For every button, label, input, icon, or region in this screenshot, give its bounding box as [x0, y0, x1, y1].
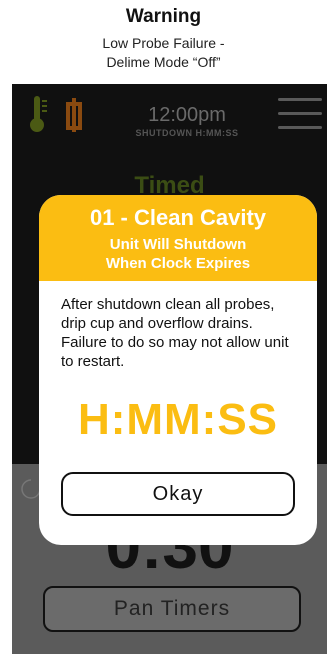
caption-title: Warning — [125, 6, 202, 27]
warning-dialog: 01 - Clean Cavity Unit Will Shutdown Whe… — [39, 195, 317, 545]
shutdown-countdown: H:MM:SS — [77, 395, 279, 444]
caption-line-2: Delime Mode “Off” — [106, 54, 221, 70]
dialog-subtitle-line-2: When Clock Expires — [105, 255, 251, 272]
dialog-subtitle-line-1: Unit Will Shutdown — [109, 236, 247, 253]
caption-subtitle: Low Probe Failure - Delime Mode “Off” — [0, 34, 327, 72]
caption-line-1: Low Probe Failure - — [102, 35, 225, 51]
dialog-message: After shutdown clean all probes, drip cu… — [61, 296, 289, 370]
dialog-title: 01 - Clean Cavity — [89, 205, 267, 230]
dialog-header: 01 - Clean Cavity Unit Will Shutdown Whe… — [39, 195, 317, 281]
dialog-subtitle: Unit Will Shutdown When Clock Expires — [39, 235, 317, 273]
okay-button[interactable]: Okay — [61, 472, 295, 516]
